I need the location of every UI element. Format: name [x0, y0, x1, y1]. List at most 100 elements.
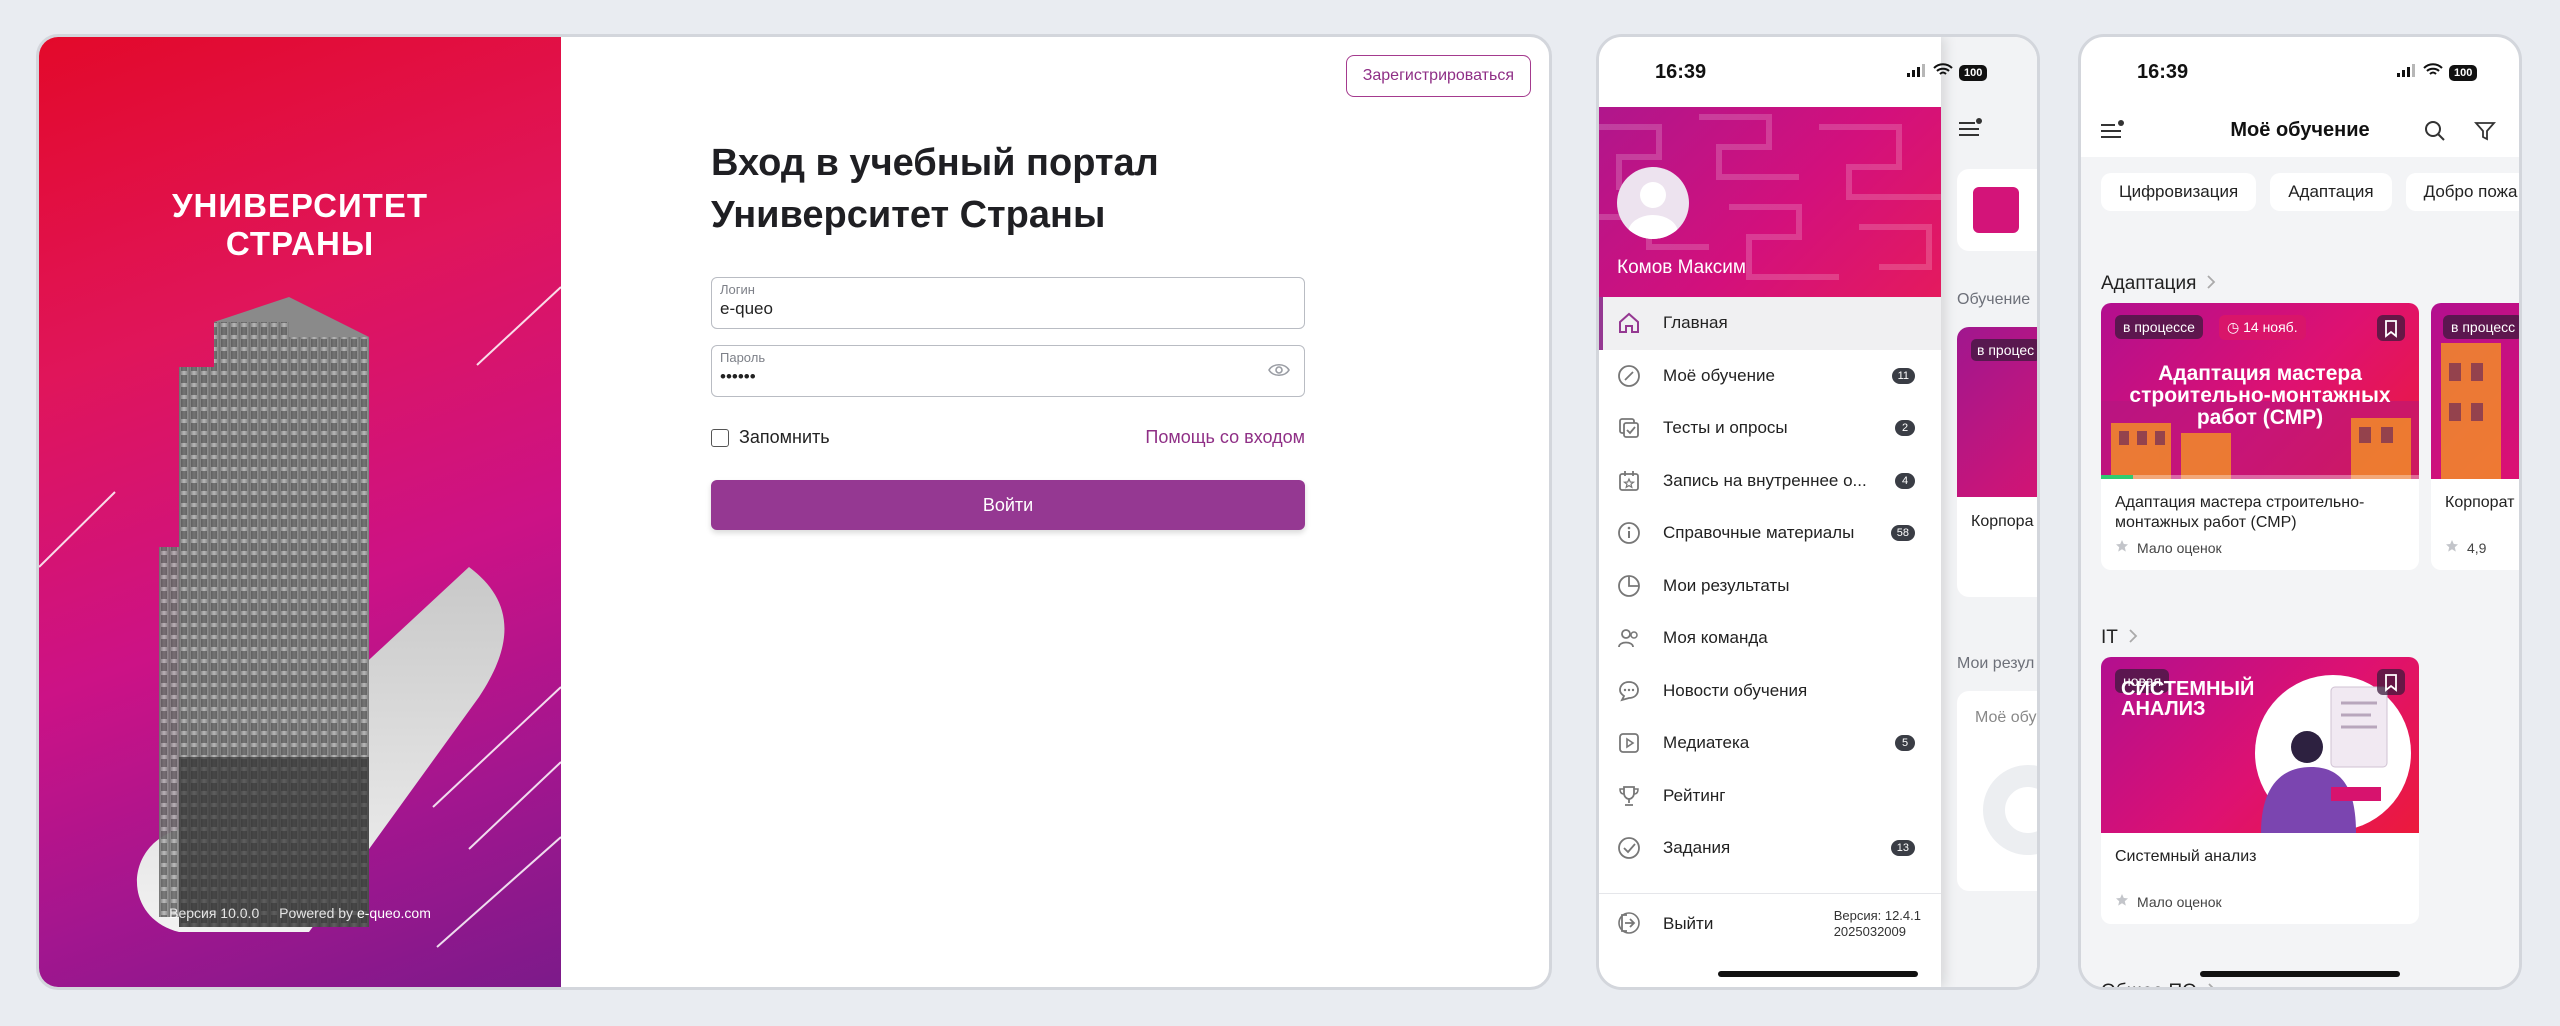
- signal-icon: [1907, 63, 1927, 82]
- course-card-smr[interactable]: в процессе ◷ 14 нояб. Адаптация мастера …: [2101, 303, 2419, 570]
- menu-item-internal-enrollment[interactable]: Запись на внутреннее о... 4: [1599, 455, 1941, 508]
- background-results-donut: [1983, 765, 2037, 855]
- status-bar: 16:39 100: [1599, 37, 2037, 107]
- menu-item-label: Моя команда: [1663, 628, 1768, 648]
- menu-item-label: Рейтинг: [1663, 785, 1726, 805]
- login-help-link[interactable]: Помощь со входом: [1145, 427, 1305, 448]
- rating-text: Мало оценок: [2137, 539, 2222, 556]
- powered-by-link[interactable]: e-queo.com: [357, 905, 431, 921]
- background-results-label: Моё обу: [1975, 709, 2037, 726]
- section-it[interactable]: IT: [2101, 627, 2138, 649]
- my-learning-content: Цифровизация Адаптация Добро пожа Адапта…: [2081, 157, 2519, 987]
- course-rating: Мало оценок: [2101, 537, 2419, 570]
- powered-by-prefix: Powered by: [279, 905, 354, 921]
- checklist-icon: [1617, 416, 1641, 445]
- logout-icon[interactable]: [1617, 911, 1641, 940]
- show-password-eye-icon[interactable]: [1268, 362, 1290, 383]
- menu-item-label: Справочные материалы: [1663, 523, 1855, 543]
- course-image: новая СИСТЕМНЫЙ АНАЛИЗ: [2101, 657, 2419, 833]
- register-button[interactable]: Зарегистрироваться: [1345, 55, 1531, 97]
- bookmark-icon[interactable]: [2377, 669, 2405, 695]
- menu-item-home[interactable]: Главная: [1599, 297, 1941, 350]
- chevron-right-icon: [2206, 273, 2216, 295]
- app-version-info: Версия: 12.4.1 2025032009: [1834, 908, 1921, 940]
- course-rating: 4,9: [2431, 537, 2519, 570]
- app-bar: Моё обучение: [2081, 107, 2519, 157]
- chat-icon: [1617, 679, 1641, 708]
- app-version-line1: Версия: 12.4.1: [1833, 908, 1921, 923]
- desktop-login-window: УНИВЕРСИТЕТ СТРАНЫ Версия 10.0.0 Powered…: [36, 34, 1552, 990]
- course-progress-bar: [2101, 475, 2419, 479]
- star-icon: [2115, 539, 2129, 556]
- course-title: Адаптация мастера строительно-монтажных …: [2115, 494, 2365, 531]
- login-submit-button[interactable]: Войти: [711, 480, 1305, 530]
- check-circle-icon: [1617, 836, 1641, 865]
- chip-digitalization[interactable]: Цифровизация: [2101, 173, 2257, 211]
- bookmark-icon[interactable]: [2377, 315, 2405, 341]
- battery-icon: 100: [2449, 64, 2478, 81]
- password-field[interactable]: Пароль ••••••: [711, 345, 1305, 397]
- background-section-title: Обучение: [1957, 291, 2031, 308]
- course-rating: Мало оценок: [2101, 891, 2419, 924]
- login-field[interactable]: Логин e-queo: [711, 277, 1305, 329]
- menu-item-label: Медиатека: [1663, 733, 1750, 753]
- battery-icon: 100: [1959, 64, 1988, 81]
- login-field-label: Логин: [720, 282, 755, 297]
- page-title: Моё обучение: [2230, 119, 2370, 141]
- password-field-value[interactable]: ••••••: [720, 367, 1296, 387]
- menu-item-my-results[interactable]: Мои результаты: [1599, 560, 1941, 613]
- background-course-card: в процес Корпора: [1957, 327, 2037, 597]
- play-icon: [1617, 731, 1641, 760]
- course-title: Корпорат: [2445, 494, 2515, 511]
- info-icon: [1617, 521, 1641, 550]
- course-card-corporate[interactable]: в процесс Корпорат 4,9: [2431, 303, 2519, 570]
- chip-adaptation[interactable]: Адаптация: [2270, 173, 2392, 211]
- menu-item-tests[interactable]: Тесты и опросы 2: [1599, 402, 1941, 455]
- menu-item-label: Задания: [1663, 838, 1731, 858]
- login-field-value[interactable]: e-queo: [720, 299, 1296, 319]
- filter-icon[interactable]: [2473, 119, 2497, 148]
- remember-checkbox[interactable]: [711, 428, 729, 447]
- section-adaptation[interactable]: Адаптация: [2101, 273, 2216, 295]
- pie-chart-icon: [1617, 574, 1641, 603]
- background-banner-card: [1957, 169, 2037, 251]
- menu-item-label: Мои результаты: [1663, 575, 1790, 595]
- menu-item-news[interactable]: Новости обучения: [1599, 665, 1941, 718]
- background-results-title: Мои резул: [1957, 655, 2035, 672]
- chevron-right-icon: [2207, 981, 2217, 987]
- menu-item-media-library[interactable]: Медиатека 5: [1599, 717, 1941, 770]
- search-icon[interactable]: [2423, 119, 2447, 148]
- logout-button[interactable]: Выйти: [1663, 914, 1713, 934]
- login-title: Вход в учебный портал Университет Страны: [711, 137, 1305, 241]
- login-options-row: Запомнить Помощь со входом: [711, 427, 1305, 448]
- background-course-badge: в процес: [1971, 339, 2037, 361]
- course-card-system-analysis[interactable]: новая СИСТЕМНЫЙ АНАЛИЗ Системный анализ …: [2101, 657, 2419, 924]
- chip-welcome[interactable]: Добро пожа: [2405, 173, 2519, 211]
- home-indicator: [1718, 971, 1918, 977]
- section-general-software[interactable]: Общее ПО: [2101, 981, 2217, 987]
- status-bar: 16:39 100: [2081, 37, 2519, 107]
- navigation-drawer: Комов Максим Главная Моё обучение 11 Тес…: [1599, 37, 1941, 987]
- menu-item-label: Тесты и опросы: [1663, 418, 1788, 438]
- course-image-text: Адаптация мастера строительно-монтажных …: [2129, 362, 2391, 429]
- compass-icon: [1617, 364, 1641, 393]
- category-chips: Цифровизация Адаптация Добро пожа: [2101, 173, 2519, 211]
- login-title-line1: Вход в учебный портал: [711, 142, 1159, 184]
- user-avatar[interactable]: [1617, 167, 1689, 239]
- status-icons: 100: [2397, 63, 2478, 82]
- menu-item-count: 2: [1895, 420, 1915, 436]
- version-footer: Версия 10.0.0 Powered by e-queo.com: [39, 905, 561, 921]
- menu-item-my-team[interactable]: Моя команда: [1599, 612, 1941, 665]
- menu-item-count: 5: [1895, 735, 1915, 751]
- status-badge: в процессе: [2115, 315, 2203, 339]
- menu-icon[interactable]: [1957, 117, 1983, 144]
- background-banner-logo: [1973, 187, 2019, 233]
- wifi-icon: [1933, 63, 1953, 82]
- menu-item-tasks[interactable]: Задания 13: [1599, 822, 1941, 875]
- menu-item-my-learning[interactable]: Моё обучение 11: [1599, 350, 1941, 403]
- remember-me[interactable]: Запомнить: [711, 427, 830, 448]
- menu-item-rating[interactable]: Рейтинг: [1599, 770, 1941, 823]
- status-icons: 100: [1907, 63, 1988, 82]
- section-title: Адаптация: [2101, 273, 2197, 294]
- menu-item-reference-materials[interactable]: Справочные материалы 58: [1599, 507, 1941, 560]
